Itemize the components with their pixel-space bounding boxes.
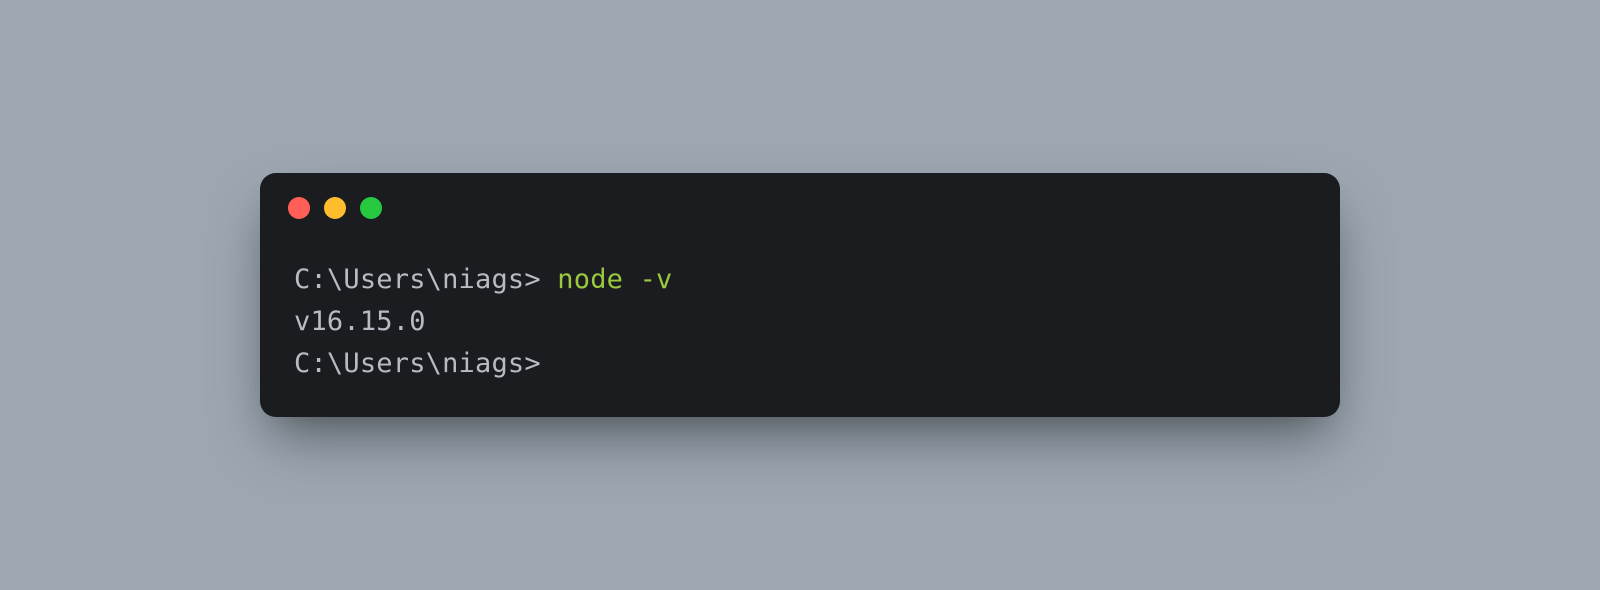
minimize-icon[interactable]	[324, 197, 346, 219]
terminal-body[interactable]: C:\Users\niags> node -v v16.15.0 C:\User…	[260, 229, 1340, 417]
close-icon[interactable]	[288, 197, 310, 219]
maximize-icon[interactable]	[360, 197, 382, 219]
terminal-line: C:\Users\niags>	[294, 343, 1306, 385]
terminal-line: v16.15.0	[294, 301, 1306, 343]
command-text: node -v	[557, 264, 672, 295]
terminal-window: C:\Users\niags> node -v v16.15.0 C:\User…	[260, 173, 1340, 417]
terminal-line: C:\Users\niags> node -v	[294, 259, 1306, 301]
output-text: v16.15.0	[294, 306, 426, 337]
window-titlebar	[260, 173, 1340, 229]
prompt: C:\Users\niags>	[294, 348, 541, 379]
prompt: C:\Users\niags>	[294, 264, 557, 295]
